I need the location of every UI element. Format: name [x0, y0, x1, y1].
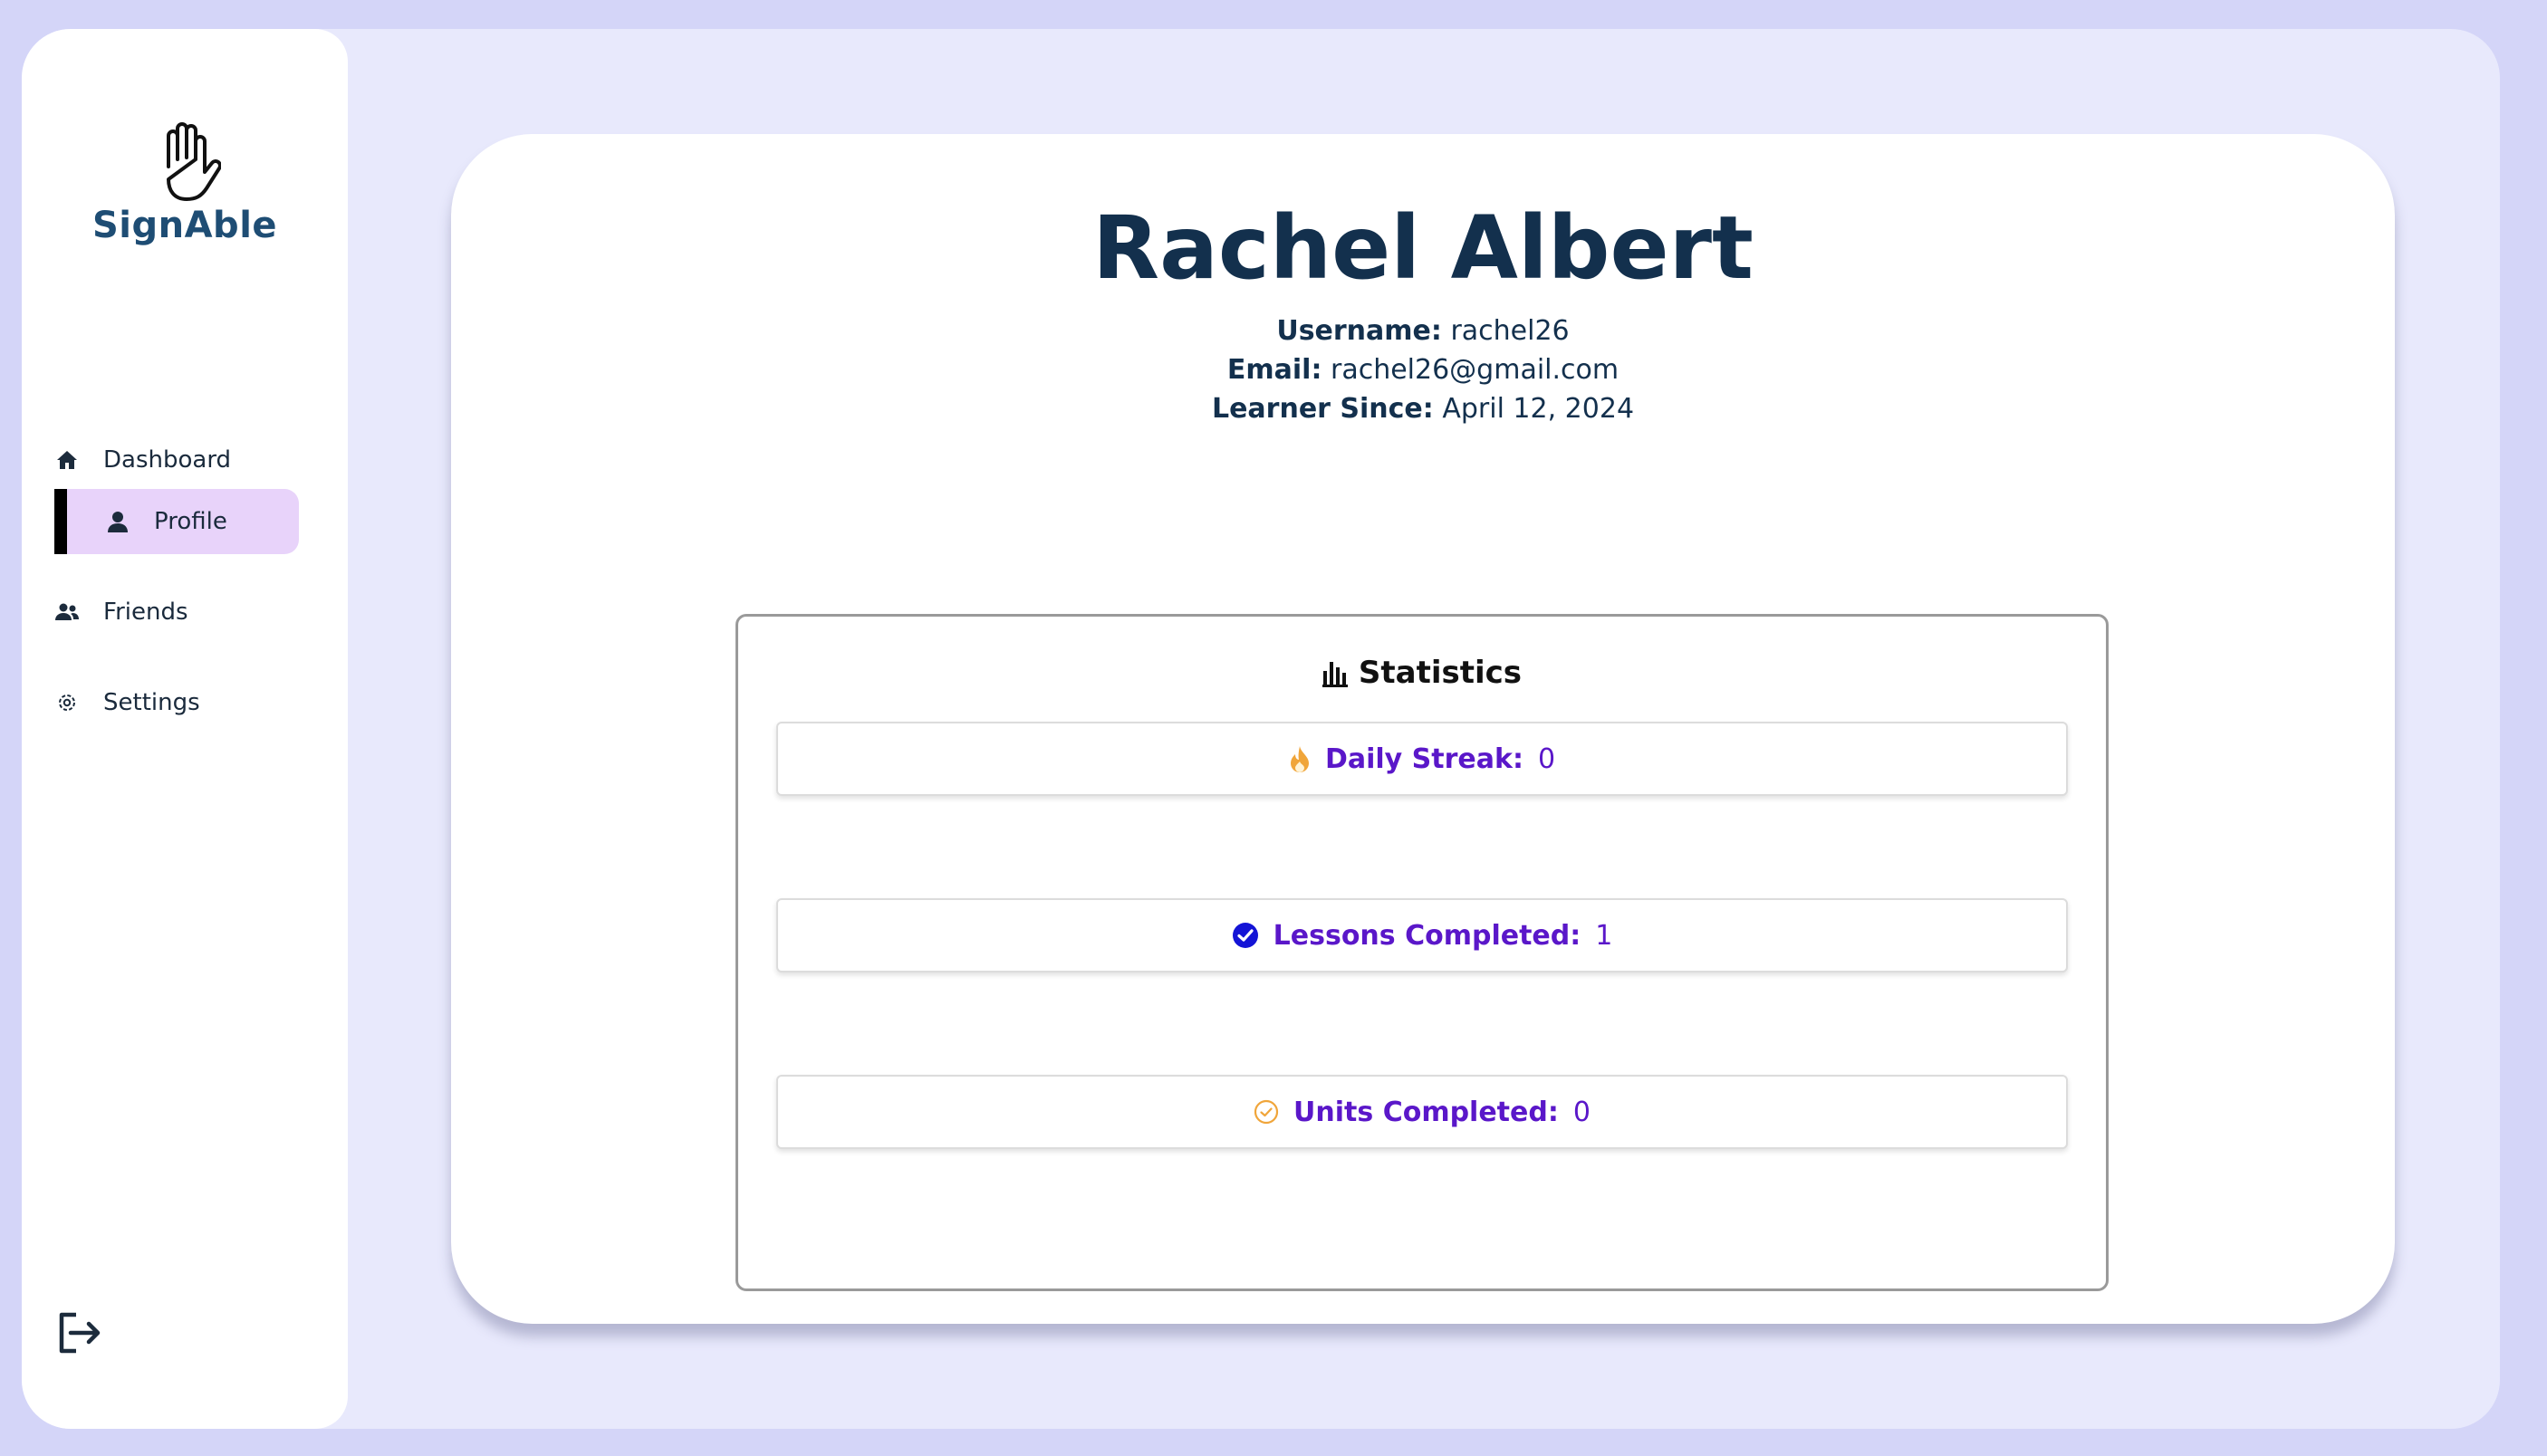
- stat-label: Daily Streak:: [1324, 742, 1523, 775]
- profile-name: Rachel Albert: [1092, 197, 1754, 299]
- sidebar-item-label: Profile: [154, 508, 227, 535]
- gear-icon: [54, 690, 80, 715]
- stat-label: Lessons Completed:: [1273, 919, 1581, 952]
- app-name: SignAble: [91, 205, 278, 246]
- logout-button[interactable]: [56, 1309, 103, 1356]
- stat-units-completed: Units Completed: 0: [776, 1075, 2068, 1149]
- stat-label: Units Completed:: [1293, 1096, 1559, 1128]
- stat-value: 1: [1595, 919, 1613, 952]
- statistics-title-text: Statistics: [1358, 655, 1523, 691]
- stat-lessons-completed: Lessons Completed: 1: [776, 898, 2068, 972]
- bar-chart-icon: [1322, 662, 1348, 687]
- stat-value: 0: [1572, 1096, 1591, 1128]
- username-value: rachel26: [1450, 315, 1570, 347]
- sidebar-item-label: Dashboard: [103, 446, 232, 474]
- sidebar-item-settings[interactable]: Settings: [54, 670, 200, 735]
- profile-info: Username: rachel26 Email: rachel26@gmail…: [451, 311, 2395, 428]
- sidebar-item-dashboard[interactable]: Dashboard: [54, 427, 231, 493]
- sidebar-item-profile[interactable]: Profile: [54, 489, 299, 554]
- username-label: Username:: [1276, 315, 1442, 347]
- sidebar-item-label: Friends: [103, 599, 188, 626]
- email-line: Email: rachel26@gmail.com: [451, 350, 2395, 389]
- logo[interactable]: SignAble: [22, 120, 348, 246]
- friends-icon: [54, 599, 80, 625]
- user-icon: [105, 509, 130, 534]
- app-frame: SignAble Dashboard Profile Friends Setti: [22, 29, 2500, 1429]
- check-circle-outline-icon: [1254, 1099, 1279, 1125]
- sidebar-item-label: Settings: [103, 689, 200, 716]
- hand-icon: [167, 122, 221, 201]
- sidebar: SignAble Dashboard Profile Friends Setti: [22, 29, 348, 1429]
- statistics-panel: Statistics Daily Streak: 0 Lessons Compl…: [735, 614, 2109, 1291]
- logout-icon: [59, 1312, 101, 1354]
- email-value: rachel26@gmail.com: [1330, 354, 1620, 386]
- learner-since-line: Learner Since: April 12, 2024: [451, 389, 2395, 428]
- statistics-title: Statistics: [738, 655, 2106, 691]
- email-label: Email:: [1226, 354, 1322, 386]
- stat-daily-streak: Daily Streak: 0: [776, 722, 2068, 796]
- check-circle-icon: [1232, 922, 1259, 949]
- stat-value: 0: [1537, 742, 1556, 775]
- username-line: Username: rachel26: [451, 311, 2395, 350]
- profile-card: Rachel Albert Username: rachel26 Email: …: [451, 134, 2395, 1324]
- home-icon: [54, 447, 80, 473]
- learner-since-label: Learner Since:: [1211, 393, 1434, 425]
- learner-since-value: April 12, 2024: [1442, 393, 1635, 425]
- sidebar-item-friends[interactable]: Friends: [54, 580, 188, 645]
- flame-icon: [1289, 745, 1311, 772]
